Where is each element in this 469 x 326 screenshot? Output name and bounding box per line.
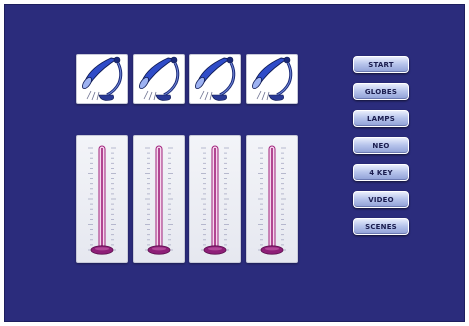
- desk-lamp-icon: [195, 56, 236, 101]
- lamps-button[interactable]: LAMPS: [353, 110, 409, 127]
- control-panel-screen: START GLOBES LAMPS NEO 4 KEY VIDEO SCENE…: [4, 4, 465, 322]
- lamp-tile-4[interactable]: [246, 54, 298, 104]
- desk-lamp-icon: [252, 56, 293, 101]
- start-button[interactable]: START: [353, 56, 409, 73]
- lamp-tile-3[interactable]: [189, 54, 241, 104]
- fader-panel-2: [133, 135, 185, 263]
- scenes-button[interactable]: SCENES: [353, 218, 409, 235]
- desk-lamp-icon: [139, 56, 180, 101]
- dimmer-fader-1[interactable]: [77, 136, 127, 262]
- dimmer-fader-3[interactable]: [190, 136, 240, 262]
- desk-lamp-icon: [82, 56, 123, 101]
- dimmer-fader-4[interactable]: [247, 136, 297, 262]
- dimmer-fader-2[interactable]: [134, 136, 184, 262]
- fader-panel-3: [189, 135, 241, 263]
- fader-panel-1: [76, 135, 128, 263]
- globes-button[interactable]: GLOBES: [353, 83, 409, 100]
- lamp-tile-2[interactable]: [133, 54, 185, 104]
- 4-key-button[interactable]: 4 KEY: [353, 164, 409, 181]
- neo-button[interactable]: NEO: [353, 137, 409, 154]
- fader-panel-4: [246, 135, 298, 263]
- lamp-tile-1[interactable]: [76, 54, 128, 104]
- video-button[interactable]: VIDEO: [353, 191, 409, 208]
